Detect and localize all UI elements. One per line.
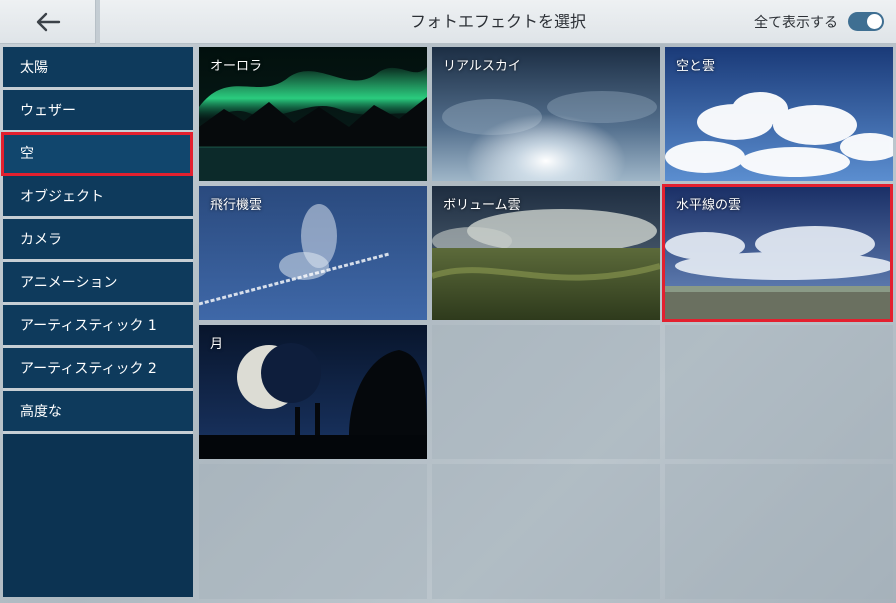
effect-tile-empty — [199, 464, 427, 599]
effect-label: 月 — [210, 337, 224, 352]
category-label: 高度な — [20, 404, 62, 420]
effect-tile-empty — [432, 325, 660, 459]
category-label: オブジェクト — [20, 189, 104, 205]
toggle-knob — [867, 14, 882, 29]
effect-tile-empty — [432, 464, 660, 599]
category-camera[interactable]: カメラ — [3, 219, 193, 262]
category-label: 空 — [20, 146, 34, 162]
category-label: 太陽 — [20, 60, 48, 76]
category-object[interactable]: オブジェクト — [3, 176, 193, 219]
category-animation[interactable]: アニメーション — [3, 262, 193, 305]
effect-tile-contrail[interactable]: 飛行機雲 — [199, 186, 427, 320]
header-bar: フォトエフェクトを選択 全て表示する — [100, 0, 896, 44]
effect-tile-empty — [665, 325, 893, 459]
back-button[interactable] — [0, 0, 96, 44]
show-all-label: 全て表示する — [754, 14, 838, 31]
category-label: ウェザー — [20, 103, 76, 119]
category-artistic-1[interactable]: アーティスティック 1 — [3, 305, 193, 348]
effect-tile-sky-clouds[interactable]: 空と雲 — [665, 47, 893, 181]
effect-tile-real-sky[interactable]: リアルスカイ — [432, 47, 660, 181]
category-label: カメラ — [20, 232, 62, 248]
effect-tile-horizon-clouds[interactable]: 水平線の雲 — [665, 186, 893, 320]
category-sun[interactable]: 太陽 — [3, 47, 193, 90]
moon-thumbnail — [199, 325, 427, 459]
category-label: アニメーション — [20, 275, 118, 291]
effect-label: 空と雲 — [676, 59, 716, 74]
effect-label: オーロラ — [210, 59, 263, 74]
effect-label: 飛行機雲 — [210, 198, 263, 213]
effect-tile-empty — [665, 464, 893, 599]
effect-tile-moon[interactable]: 月 — [199, 325, 427, 459]
category-artistic-2[interactable]: アーティスティック 2 — [3, 348, 193, 391]
arrow-left-icon — [36, 12, 60, 31]
show-all-toggle[interactable] — [848, 12, 884, 31]
effect-label: ボリューム雲 — [443, 198, 521, 213]
category-label: アーティスティック 1 — [20, 318, 157, 334]
category-weather[interactable]: ウェザー — [3, 90, 193, 133]
effect-tile-aurora[interactable]: オーロラ — [199, 47, 427, 181]
effect-label: リアルスカイ — [443, 59, 521, 74]
category-sidebar: 太陽 ウェザー 空 オブジェクト カメラ アニメーション アーティスティック 1… — [3, 47, 193, 597]
effect-label: 水平線の雲 — [676, 198, 742, 213]
category-sky[interactable]: 空 — [3, 133, 193, 176]
show-all-control[interactable]: 全て表示する — [754, 0, 884, 43]
category-label: アーティスティック 2 — [20, 361, 157, 377]
effect-tile-volume-clouds[interactable]: ボリューム雲 — [432, 186, 660, 320]
category-advanced[interactable]: 高度な — [3, 391, 193, 434]
